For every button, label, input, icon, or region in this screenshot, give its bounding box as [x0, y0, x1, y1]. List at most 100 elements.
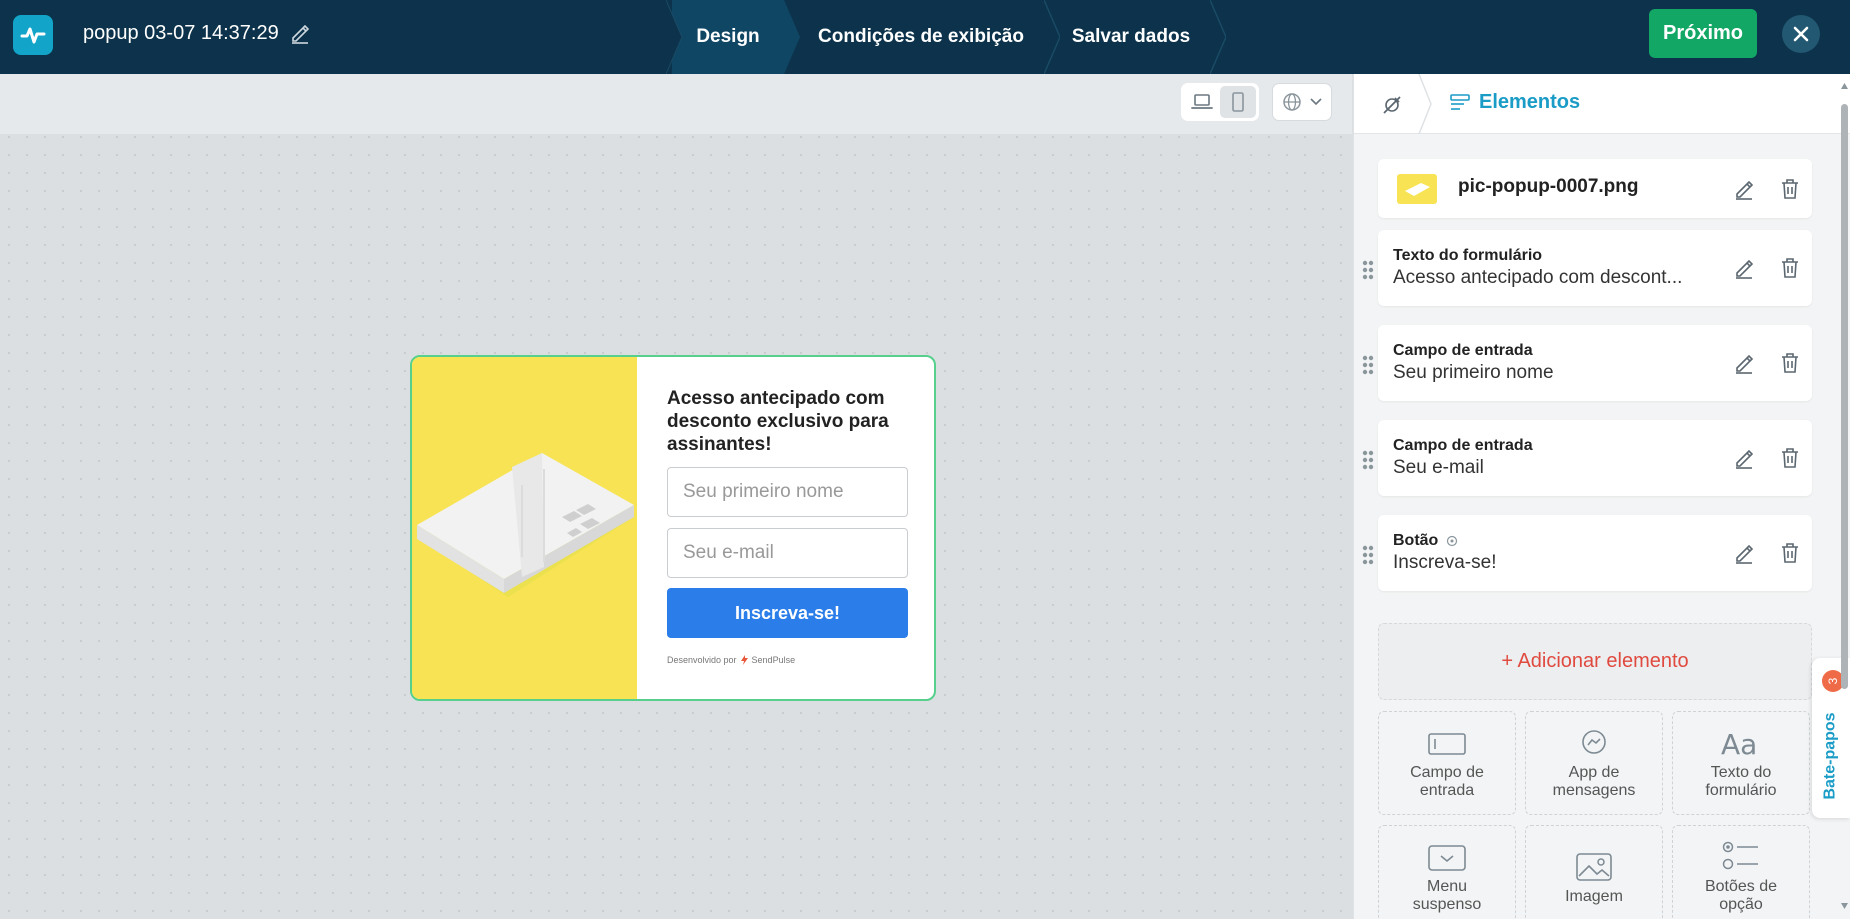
step-separator	[1044, 0, 1060, 74]
subscribe-button[interactable]: Inscreva-se!	[667, 588, 908, 638]
canvas-toolbar	[0, 74, 1352, 134]
step-save-data[interactable]: Salvar dados	[1060, 0, 1202, 74]
element-card-button[interactable]: Botão Inscreva-se!	[1378, 515, 1812, 591]
text-aa-icon: Aa	[1721, 728, 1757, 758]
step-design-label: Design	[696, 26, 760, 47]
edit-icon[interactable]	[1732, 351, 1756, 375]
tile-label: Imagem	[1565, 888, 1623, 905]
scroll-up-arrow-icon[interactable]	[1840, 82, 1849, 90]
element-type: Texto do formulário	[1393, 247, 1543, 264]
edit-icon[interactable]	[1732, 256, 1756, 280]
chevron-down-icon	[1310, 98, 1322, 106]
mobile-view-button[interactable]	[1220, 86, 1256, 118]
trash-icon[interactable]	[1778, 177, 1802, 201]
popup-heading[interactable]: Acesso antecipado com desconto exclusivo…	[667, 387, 909, 456]
drag-handle-icon[interactable]	[1361, 449, 1375, 471]
radio-list-icon	[1722, 841, 1758, 870]
sendpulse-bolt-icon	[740, 655, 748, 665]
messenger-icon	[1582, 730, 1606, 754]
edit-icon[interactable]	[1732, 177, 1756, 201]
isometric-envelope-illustration	[417, 453, 634, 597]
edit-icon[interactable]	[1732, 541, 1756, 565]
element-type: Campo de entrada	[1393, 437, 1533, 454]
step-separator	[784, 0, 800, 74]
popup-preview[interactable]: Acesso antecipado com desconto exclusivo…	[410, 355, 936, 701]
laptop-icon	[1191, 94, 1213, 109]
device-switcher	[1181, 83, 1259, 121]
powered-by: Desenvolvido por SendPulse	[667, 655, 909, 665]
tile-dropdown-menu[interactable]: Menu suspenso	[1378, 825, 1516, 919]
step-save-data-label: Salvar dados	[1071, 26, 1191, 47]
element-type: Campo de entrada	[1393, 342, 1533, 359]
tile-label: Menu suspenso	[1412, 878, 1482, 913]
image-thumbnail	[1397, 174, 1437, 204]
add-element-button[interactable]: + Adicionar elemento	[1378, 623, 1812, 700]
element-card-first-name[interactable]: Campo de entrada Seu primeiro nome	[1378, 325, 1812, 401]
element-card-image[interactable]: pic-popup-0007.png	[1378, 159, 1812, 218]
scroll-down-arrow-icon[interactable]	[1840, 902, 1849, 910]
desktop-view-button[interactable]	[1184, 86, 1220, 118]
element-value: Seu primeiro nome	[1393, 362, 1554, 383]
brush-settings-icon[interactable]	[1380, 93, 1404, 117]
elements-panel: Elementos pic-popup-0007.png Texto do fo…	[1353, 74, 1850, 919]
trash-icon[interactable]	[1778, 256, 1802, 280]
close-button[interactable]	[1782, 15, 1820, 53]
tile-label: App de mensagens	[1552, 764, 1636, 799]
trash-icon[interactable]	[1778, 541, 1802, 565]
svg-text:Aa: Aa	[1721, 728, 1757, 758]
panel-scrollbar[interactable]	[1838, 80, 1850, 919]
language-select[interactable]	[1272, 83, 1332, 121]
image-icon	[1576, 853, 1612, 881]
powered-by-prefix: Desenvolvido por	[667, 655, 737, 665]
pulse-icon	[20, 27, 46, 44]
step-display-conditions-label: Condições de exibição	[818, 26, 1024, 47]
email-input[interactable]: Seu e-mail	[667, 528, 908, 578]
elements-icon	[1450, 93, 1470, 110]
popup-image[interactable]	[412, 357, 637, 699]
tile-label: Texto do formulário	[1705, 764, 1777, 799]
popup-title: popup 03-07 14:37:29	[83, 22, 279, 44]
mobile-icon	[1232, 92, 1244, 112]
step-design[interactable]: Design	[672, 0, 784, 74]
editor-canvas: Acesso antecipado com desconto exclusivo…	[0, 74, 1352, 919]
trash-icon[interactable]	[1778, 446, 1802, 470]
drag-handle-icon[interactable]	[1361, 544, 1375, 566]
globe-icon	[1282, 93, 1301, 111]
scrollbar-thumb[interactable]	[1841, 104, 1848, 689]
input-field-icon	[1428, 733, 1466, 755]
popup-form: Acesso antecipado com desconto exclusivo…	[667, 387, 909, 665]
tile-image[interactable]: Imagem	[1525, 825, 1663, 919]
element-card-email[interactable]: Campo de entrada Seu e-mail	[1378, 420, 1812, 496]
powered-by-brand: SendPulse	[751, 655, 796, 665]
tile-label: Campo de entrada	[1410, 764, 1484, 799]
tile-messenger-app[interactable]: App de mensagens	[1525, 711, 1663, 815]
image-file-name: pic-popup-0007.png	[1458, 176, 1639, 197]
edit-icon[interactable]	[1732, 446, 1756, 470]
app-logo[interactable]	[13, 15, 53, 55]
tile-label: Botões de opção	[1704, 878, 1778, 913]
next-button[interactable]: Próximo	[1649, 9, 1757, 58]
tile-input-field[interactable]: Campo de entrada	[1378, 711, 1516, 815]
tab-elements[interactable]: Elementos	[1450, 91, 1580, 114]
element-card-form-text[interactable]: Texto do formulário Acesso antecipado co…	[1378, 230, 1812, 306]
element-value: Acesso antecipado com descont...	[1393, 267, 1683, 288]
drag-handle-icon[interactable]	[1361, 259, 1375, 281]
trash-icon[interactable]	[1778, 351, 1802, 375]
drag-handle-icon[interactable]	[1361, 354, 1375, 376]
step-display-conditions[interactable]: Condições de exibição	[802, 0, 1040, 74]
target-icon	[1446, 535, 1458, 547]
chevron-right-icon	[1418, 74, 1432, 134]
panel-header: Elementos	[1354, 74, 1850, 134]
close-icon	[1793, 26, 1809, 42]
first-name-input[interactable]: Seu primeiro nome	[667, 467, 908, 517]
step-separator	[1210, 0, 1226, 74]
element-value: Inscreva-se!	[1393, 552, 1497, 573]
tile-form-text[interactable]: Aa Texto do formulário	[1672, 711, 1810, 815]
pencil-icon[interactable]	[289, 22, 311, 44]
tab-elements-label: Elementos	[1479, 91, 1581, 113]
dropdown-icon	[1428, 845, 1466, 871]
step-separator	[666, 0, 682, 74]
element-type: Botão	[1393, 532, 1439, 549]
top-bar: popup 03-07 14:37:29 Design Condições de…	[0, 0, 1850, 74]
tile-radio-buttons[interactable]: Botões de opção	[1672, 825, 1810, 919]
